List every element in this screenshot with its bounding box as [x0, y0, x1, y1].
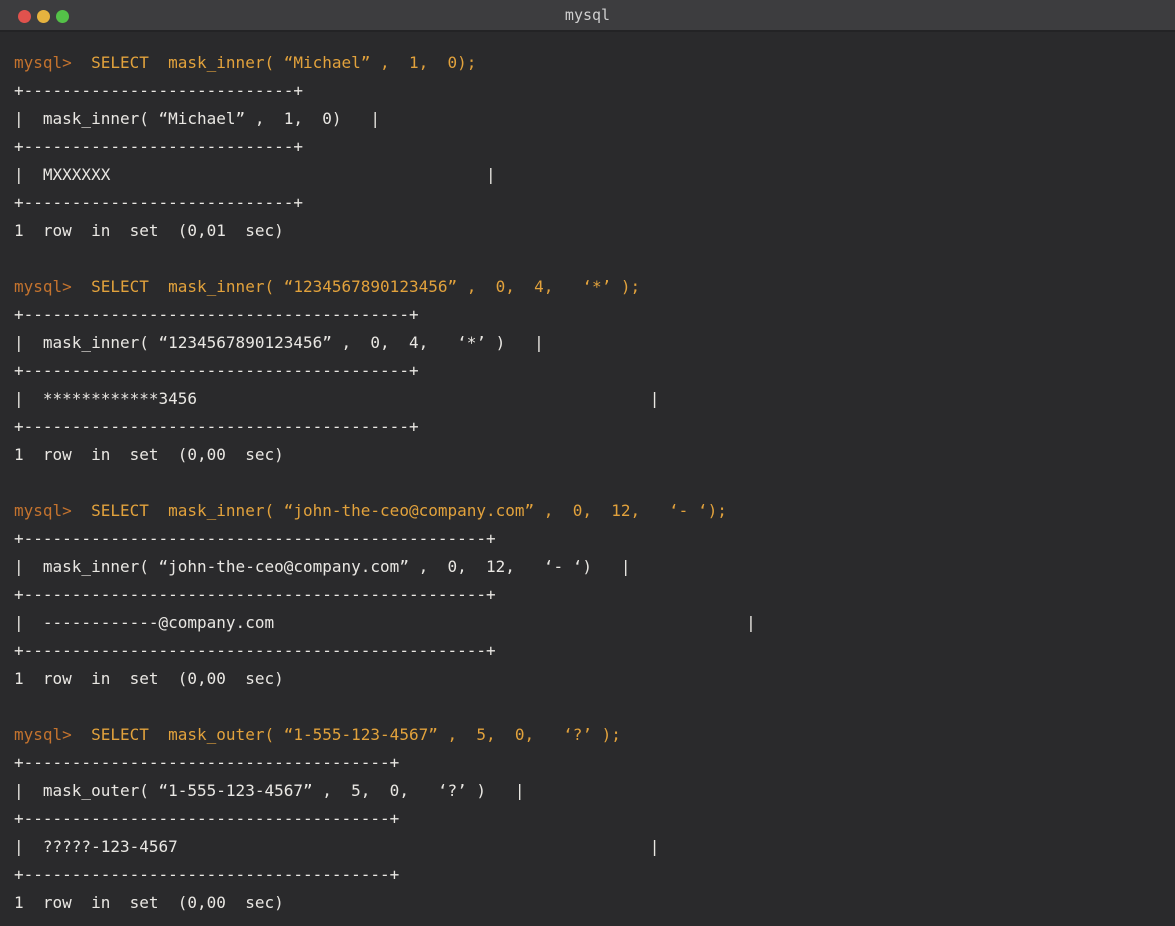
- terminal-line: | MXXXXXX |: [14, 161, 1165, 189]
- terminal-line: [14, 693, 1165, 721]
- terminal-line: +---------------------------------------…: [14, 581, 1165, 609]
- window-controls: [18, 0, 69, 32]
- window-title: mysql: [0, 6, 1175, 24]
- terminal-line: [14, 245, 1165, 273]
- terminal-screen[interactable]: mysql> SELECT mask_inner( “Michael” , 1,…: [0, 32, 1175, 926]
- mysql-prompt: mysql>: [14, 725, 72, 744]
- titlebar[interactable]: mysql: [0, 0, 1175, 32]
- terminal-line: +---------------------------------------…: [14, 525, 1165, 553]
- close-button[interactable]: [18, 10, 31, 23]
- terminal-line: mysql> SELECT mask_inner( “1234567890123…: [14, 273, 1165, 301]
- terminal-line: +--------------------------------------+: [14, 805, 1165, 833]
- terminal-line: 1 row in set (0,00 sec): [14, 889, 1165, 917]
- terminal-line: 1 row in set (0,00 sec): [14, 665, 1165, 693]
- terminal-line: +----------------------------+: [14, 189, 1165, 217]
- terminal-line: +---------------------------------------…: [14, 357, 1165, 385]
- command-text: SELECT mask_inner( “john-the-ceo@company…: [72, 501, 727, 520]
- mysql-prompt: mysql>: [14, 501, 72, 520]
- command-text: SELECT mask_inner( “Michael” , 1, 0);: [72, 53, 477, 72]
- terminal-line: | ************3456 |: [14, 385, 1165, 413]
- terminal-line: +----------------------------+: [14, 133, 1165, 161]
- terminal-line: | mask_inner( “Michael” , 1, 0) |: [14, 105, 1165, 133]
- terminal-line: +---------------------------------------…: [14, 637, 1165, 665]
- terminal-line: | ?????-123-4567 |: [14, 833, 1165, 861]
- terminal-line: [14, 469, 1165, 497]
- mysql-prompt: mysql>: [14, 53, 72, 72]
- terminal-line: | ------------@company.com |: [14, 609, 1165, 637]
- terminal-line: | mask_inner( “1234567890123456” , 0, 4,…: [14, 329, 1165, 357]
- terminal-line: | mask_inner( “john-the-ceo@company.com”…: [14, 553, 1165, 581]
- terminal-window: mysql mysql> SELECT mask_inner( “Michael…: [0, 0, 1175, 926]
- terminal-line: 1 row in set (0,01 sec): [14, 217, 1165, 245]
- zoom-button[interactable]: [56, 10, 69, 23]
- terminal-line: | mask_outer( “1-555-123-4567” , 5, 0, ‘…: [14, 777, 1165, 805]
- terminal-line: +---------------------------------------…: [14, 301, 1165, 329]
- terminal-line: +---------------------------------------…: [14, 413, 1165, 441]
- command-text: SELECT mask_outer( “1-555-123-4567” , 5,…: [72, 725, 621, 744]
- terminal-line: +--------------------------------------+: [14, 749, 1165, 777]
- terminal-line: mysql> SELECT mask_outer( “1-555-123-456…: [14, 721, 1165, 749]
- terminal-line: 1 row in set (0,00 sec): [14, 441, 1165, 469]
- terminal-line: +----------------------------+: [14, 77, 1165, 105]
- command-text: SELECT mask_inner( “1234567890123456” , …: [72, 277, 640, 296]
- minimize-button[interactable]: [37, 10, 50, 23]
- terminal-line: mysql> SELECT mask_inner( “john-the-ceo@…: [14, 497, 1165, 525]
- terminal-line: mysql> SELECT mask_inner( “Michael” , 1,…: [14, 49, 1165, 77]
- mysql-prompt: mysql>: [14, 277, 72, 296]
- terminal-line: +--------------------------------------+: [14, 861, 1165, 889]
